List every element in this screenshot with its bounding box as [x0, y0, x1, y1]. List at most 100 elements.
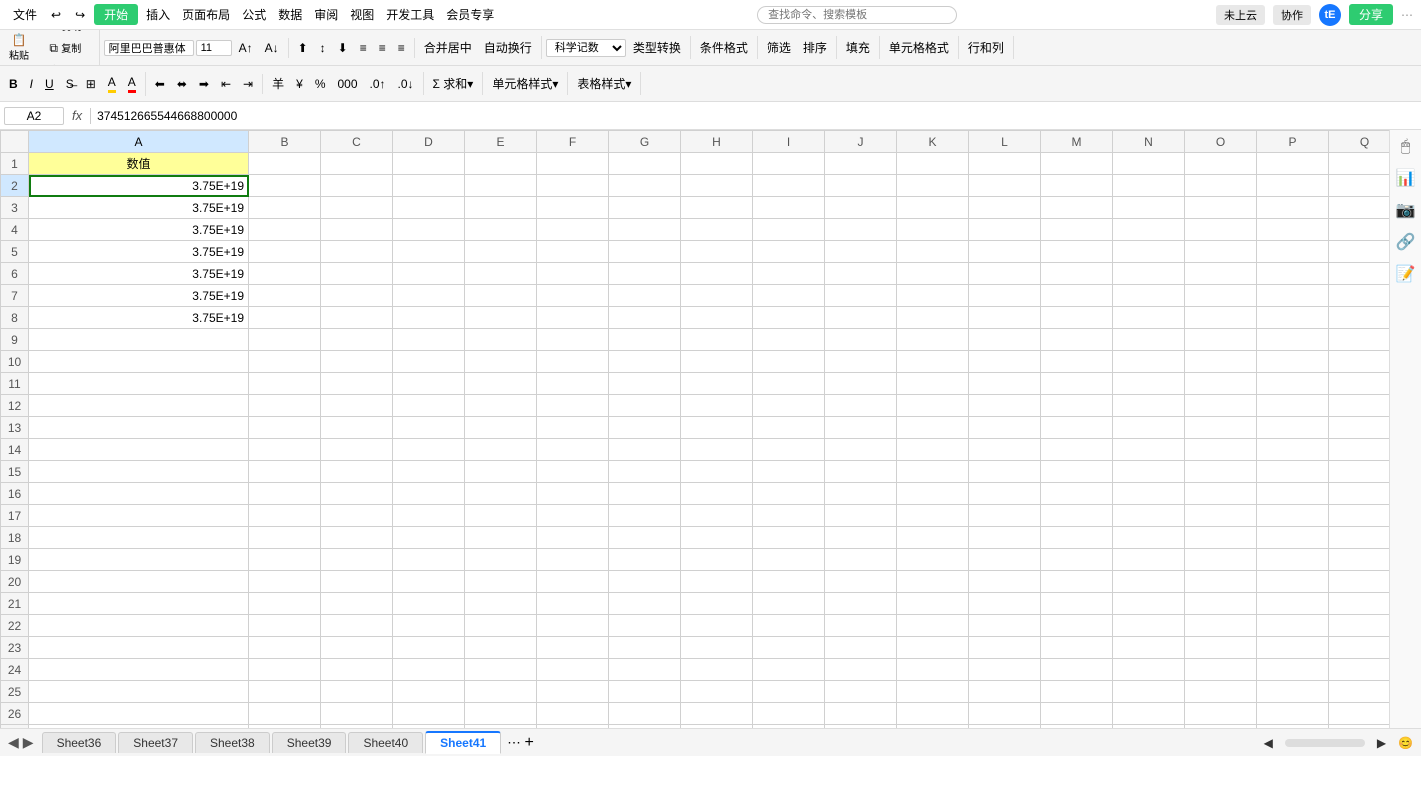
- share-button[interactable]: 分享: [1349, 4, 1393, 25]
- cell-j2[interactable]: [825, 175, 897, 197]
- cell-c23[interactable]: [321, 637, 393, 659]
- row-number-11[interactable]: 11: [1, 373, 29, 395]
- number-format-select[interactable]: 科学记数: [546, 39, 626, 57]
- cell-c8[interactable]: [321, 307, 393, 329]
- cell-m12[interactable]: [1041, 395, 1113, 417]
- cell-i4[interactable]: [753, 219, 825, 241]
- cell-n11[interactable]: [1113, 373, 1185, 395]
- cell-n10[interactable]: [1113, 351, 1185, 373]
- cell-e19[interactable]: [465, 549, 537, 571]
- cell-p25[interactable]: [1257, 681, 1329, 703]
- cell-o24[interactable]: [1185, 659, 1257, 681]
- cell-d3[interactable]: [393, 197, 465, 219]
- cell-c12[interactable]: [321, 395, 393, 417]
- col-header-c[interactable]: C: [321, 131, 393, 153]
- sheet-prev-btn[interactable]: ◀: [8, 734, 19, 751]
- cell-p8[interactable]: [1257, 307, 1329, 329]
- cell-d21[interactable]: [393, 593, 465, 615]
- cell-l8[interactable]: [969, 307, 1041, 329]
- cell-n21[interactable]: [1113, 593, 1185, 615]
- cell-m15[interactable]: [1041, 461, 1113, 483]
- insert-menu[interactable]: 插入: [142, 6, 174, 23]
- cell-p21[interactable]: [1257, 593, 1329, 615]
- cell-e13[interactable]: [465, 417, 537, 439]
- cell-o5[interactable]: [1185, 241, 1257, 263]
- cell-g2[interactable]: [609, 175, 681, 197]
- cell-m8[interactable]: [1041, 307, 1113, 329]
- align-left-btn[interactable]: ≡: [355, 38, 372, 58]
- decimal-dec-btn[interactable]: .0↓: [393, 74, 419, 94]
- scroll-right-btn[interactable]: ▶: [1377, 736, 1386, 750]
- cell-k14[interactable]: [897, 439, 969, 461]
- sheet-next-btn[interactable]: ▶: [23, 734, 34, 751]
- cell-l23[interactable]: [969, 637, 1041, 659]
- cell-g22[interactable]: [609, 615, 681, 637]
- cell-e4[interactable]: [465, 219, 537, 241]
- bold-btn[interactable]: B: [4, 74, 23, 94]
- cell-l7[interactable]: [969, 285, 1041, 307]
- cell-i15[interactable]: [753, 461, 825, 483]
- cell-q13[interactable]: [1329, 417, 1390, 439]
- cell-o18[interactable]: [1185, 527, 1257, 549]
- cell-b10[interactable]: [249, 351, 321, 373]
- cell-q21[interactable]: [1329, 593, 1390, 615]
- type-convert-btn[interactable]: 类型转换: [628, 36, 686, 59]
- row-number-1[interactable]: 1: [1, 153, 29, 175]
- cell-q15[interactable]: [1329, 461, 1390, 483]
- cell-g3[interactable]: [609, 197, 681, 219]
- cell-m21[interactable]: [1041, 593, 1113, 615]
- filter-btn[interactable]: 筛选: [762, 36, 796, 59]
- cell-p17[interactable]: [1257, 505, 1329, 527]
- cell-q5[interactable]: [1329, 241, 1390, 263]
- cell-k25[interactable]: [897, 681, 969, 703]
- cell-i19[interactable]: [753, 549, 825, 571]
- cell-h26[interactable]: [681, 703, 753, 725]
- cell-g16[interactable]: [609, 483, 681, 505]
- sheet-tab-sheet39[interactable]: Sheet39: [272, 732, 347, 753]
- cell-i16[interactable]: [753, 483, 825, 505]
- cell-q1[interactable]: [1329, 153, 1390, 175]
- cell-q27[interactable]: [1329, 725, 1390, 729]
- row-number-18[interactable]: 18: [1, 527, 29, 549]
- start-button[interactable]: 开始: [94, 4, 138, 25]
- cell-g26[interactable]: [609, 703, 681, 725]
- cell-l19[interactable]: [969, 549, 1041, 571]
- cell-q18[interactable]: [1329, 527, 1390, 549]
- cell-f27[interactable]: [537, 725, 609, 729]
- cell-m22[interactable]: [1041, 615, 1113, 637]
- cell-o8[interactable]: [1185, 307, 1257, 329]
- cell-k20[interactable]: [897, 571, 969, 593]
- cell-n3[interactable]: [1113, 197, 1185, 219]
- cell-l10[interactable]: [969, 351, 1041, 373]
- cell-q24[interactable]: [1329, 659, 1390, 681]
- cell-d10[interactable]: [393, 351, 465, 373]
- cell-l9[interactable]: [969, 329, 1041, 351]
- cell-o20[interactable]: [1185, 571, 1257, 593]
- cell-g4[interactable]: [609, 219, 681, 241]
- cell-q7[interactable]: [1329, 285, 1390, 307]
- cell-a12[interactable]: [29, 395, 249, 417]
- cell-c9[interactable]: [321, 329, 393, 351]
- cell-p27[interactable]: [1257, 725, 1329, 729]
- cell-j4[interactable]: [825, 219, 897, 241]
- cell-m5[interactable]: [1041, 241, 1113, 263]
- cell-l4[interactable]: [969, 219, 1041, 241]
- cell-m11[interactable]: [1041, 373, 1113, 395]
- text-align-left-btn[interactable]: ⬅: [150, 74, 170, 94]
- cell-b11[interactable]: [249, 373, 321, 395]
- cell-l25[interactable]: [969, 681, 1041, 703]
- cell-n7[interactable]: [1113, 285, 1185, 307]
- cell-a3[interactable]: 3.75E+19: [29, 197, 249, 219]
- cell-g19[interactable]: [609, 549, 681, 571]
- cell-k15[interactable]: [897, 461, 969, 483]
- cell-p1[interactable]: [1257, 153, 1329, 175]
- row-number-14[interactable]: 14: [1, 439, 29, 461]
- cell-g14[interactable]: [609, 439, 681, 461]
- cell-g8[interactable]: [609, 307, 681, 329]
- cell-k3[interactable]: [897, 197, 969, 219]
- cell-c7[interactable]: [321, 285, 393, 307]
- cell-m14[interactable]: [1041, 439, 1113, 461]
- cell-p26[interactable]: [1257, 703, 1329, 725]
- cell-d16[interactable]: [393, 483, 465, 505]
- cell-a27[interactable]: [29, 725, 249, 729]
